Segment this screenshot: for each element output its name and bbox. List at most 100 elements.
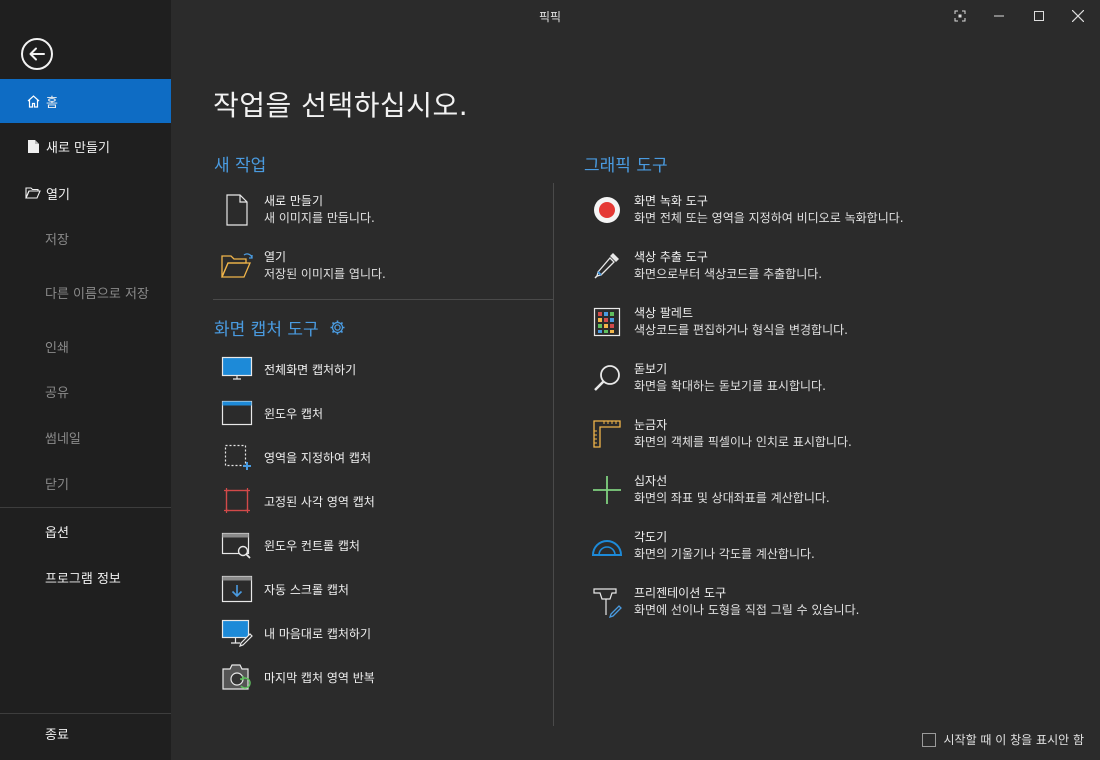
focus-icon xyxy=(954,10,966,22)
tool-crosshair[interactable]: 십자선 화면의 좌표 및 상대좌표를 계산합니다. xyxy=(590,473,830,507)
capture-fullscreen[interactable]: 전체화면 캡처하기 xyxy=(220,354,356,384)
sidebar-item-label: 인쇄 xyxy=(45,340,69,356)
capture-label: 내 마음대로 캡처하기 xyxy=(264,626,371,641)
sidebar-item-about[interactable]: 프로그램 정보 xyxy=(0,555,171,599)
freehand-capture-icon xyxy=(220,618,254,648)
dont-show-checkbox[interactable] xyxy=(922,732,937,747)
sidebar-item-thumbnail: 썸네일 xyxy=(0,415,171,459)
sidebar-item-label: 공유 xyxy=(45,385,69,401)
sidebar-item-exit[interactable]: 종료 xyxy=(0,711,171,755)
sidebar-item-label: 열기 xyxy=(46,187,70,203)
item-description: 화면의 좌표 및 상대좌표를 계산합니다. xyxy=(634,491,830,505)
item-description: 색상코드를 편집하거나 형식을 변경합니다. xyxy=(634,323,848,337)
item-description: 화면의 기울기나 각도를 계산합니다. xyxy=(634,547,815,561)
section-title-label: 화면 캡처 도구 xyxy=(214,320,319,340)
capture-label: 윈도우 컨트롤 캡처 xyxy=(264,538,360,553)
sidebar-item-close: 닫기 xyxy=(0,461,171,505)
sidebar-item-new[interactable]: 새로 만들기 xyxy=(0,124,171,168)
back-button[interactable] xyxy=(21,38,53,70)
capture-scroll[interactable]: 자동 스크롤 캡처 xyxy=(220,574,349,604)
new-image-item[interactable]: 새로 만들기 새 이미지를 만듭니다. xyxy=(220,193,375,227)
magnifier-icon xyxy=(590,361,624,395)
minimize-button[interactable] xyxy=(979,0,1019,32)
sidebar-item-label: 홈 xyxy=(46,95,58,111)
arrow-left-icon xyxy=(29,47,45,61)
sidebar-item-save: 저장 xyxy=(0,216,171,260)
folder-open-icon xyxy=(220,249,254,283)
section-divider xyxy=(213,299,553,300)
tool-protractor[interactable]: 각도기 화면의 기울기나 각도를 계산합니다. xyxy=(590,529,815,563)
item-title: 새로 만들기 xyxy=(264,194,324,208)
tool-screen-recorder[interactable]: 화면 녹화 도구 화면 전체 또는 영역을 지정하여 비디오로 녹화합니다. xyxy=(590,193,904,227)
item-title: 색상 팔레트 xyxy=(634,306,694,320)
region-select-icon xyxy=(220,442,254,472)
eyedropper-icon xyxy=(590,249,624,283)
capture-label: 자동 스크롤 캡처 xyxy=(264,582,349,597)
capture-freehand[interactable]: 내 마음대로 캡처하기 xyxy=(220,618,371,648)
open-image-item[interactable]: 열기 저장된 이미지를 엽니다. xyxy=(220,249,386,283)
palette-grid-icon xyxy=(590,305,624,339)
presentation-board-icon xyxy=(590,585,624,619)
item-title: 색상 추출 도구 xyxy=(634,250,708,264)
sidebar-item-open[interactable]: 열기 xyxy=(0,171,171,215)
monitor-icon xyxy=(220,354,254,384)
new-file-icon xyxy=(25,138,41,154)
capture-label: 영역을 지정하여 캡처 xyxy=(264,450,371,465)
scroll-capture-icon xyxy=(220,574,254,604)
item-description: 화면에 선이나 도형을 직접 그릴 수 있습니다. xyxy=(634,603,860,617)
section-title-graphic: 그래픽 도구 xyxy=(584,156,668,176)
capture-repeat-last[interactable]: 마지막 캡처 영역 반복 xyxy=(220,662,375,692)
item-title: 십자선 xyxy=(634,474,668,488)
sidebar-item-label: 닫기 xyxy=(45,477,69,493)
item-description: 화면 전체 또는 영역을 지정하여 비디오로 녹화합니다. xyxy=(634,211,904,225)
window-title: 픽픽 xyxy=(538,10,562,24)
new-file-icon xyxy=(220,193,254,227)
home-icon xyxy=(25,93,41,109)
dont-show-label: 시작할 때 이 창을 표시안 함 xyxy=(943,733,1084,747)
item-title: 열기 xyxy=(264,250,287,264)
capture-window[interactable]: 윈도우 캡처 xyxy=(220,398,323,428)
sidebar-item-print: 인쇄 xyxy=(0,324,171,368)
tool-ruler[interactable]: 눈금자 화면의 객체를 픽셀이나 인치로 표시합니다. xyxy=(590,417,852,451)
sidebar-item-label: 저장 xyxy=(45,232,69,248)
sidebar-item-share: 공유 xyxy=(0,369,171,413)
capture-region[interactable]: 영역을 지정하여 캡처 xyxy=(220,442,371,472)
repeat-capture-icon xyxy=(220,662,254,692)
ruler-icon xyxy=(590,417,624,451)
sidebar-item-label: 썸네일 xyxy=(45,431,81,447)
crosshair-icon xyxy=(590,473,624,507)
item-title: 화면 녹화 도구 xyxy=(634,194,708,208)
capture-label: 윈도우 캡처 xyxy=(264,406,324,421)
item-description: 저장된 이미지를 엽니다. xyxy=(264,267,386,281)
item-title: 눈금자 xyxy=(634,418,668,432)
sidebar: 홈 새로 만들기 열기 저장 다른 이름으로 저장 인쇄 공유 썸네일 닫기 옵… xyxy=(0,0,171,760)
section-title-new-task: 새 작업 xyxy=(214,156,267,176)
tool-magnifier[interactable]: 돋보기 화면을 확대하는 돋보기를 표시합니다. xyxy=(590,361,826,395)
close-icon xyxy=(1072,10,1084,22)
maximize-icon xyxy=(1034,11,1044,21)
sidebar-item-save-as: 다른 이름으로 저장 xyxy=(0,270,171,314)
capture-fixed-region[interactable]: 고정된 사각 영역 캡처 xyxy=(220,486,375,516)
tool-color-picker[interactable]: 색상 추출 도구 화면으로부터 색상코드를 추출합니다. xyxy=(590,249,822,283)
sidebar-item-label: 프로그램 정보 xyxy=(45,571,121,587)
focus-mode-button[interactable] xyxy=(940,0,980,32)
gear-icon[interactable] xyxy=(329,319,346,336)
item-description: 화면의 객체를 픽셀이나 인치로 표시합니다. xyxy=(634,435,852,449)
item-description: 화면으로부터 색상코드를 추출합니다. xyxy=(634,267,823,281)
sidebar-item-label: 종료 xyxy=(45,727,69,743)
window-icon xyxy=(220,398,254,428)
sidebar-item-options[interactable]: 옵션 xyxy=(0,509,171,553)
item-description: 새 이미지를 만듭니다. xyxy=(264,211,375,225)
window-control-icon xyxy=(220,530,254,560)
capture-label: 전체화면 캡처하기 xyxy=(264,362,357,377)
dont-show-on-startup[interactable]: 시작할 때 이 창을 표시안 함 xyxy=(922,731,1084,748)
capture-window-control[interactable]: 윈도우 컨트롤 캡처 xyxy=(220,530,360,560)
item-title: 각도기 xyxy=(634,530,668,544)
tool-presentation[interactable]: 프리젠테이션 도구 화면에 선이나 도형을 직접 그릴 수 있습니다. xyxy=(590,585,859,619)
sidebar-item-home[interactable]: 홈 xyxy=(0,79,171,123)
close-button[interactable] xyxy=(1058,0,1098,32)
item-description: 화면을 확대하는 돋보기를 표시합니다. xyxy=(634,379,826,393)
maximize-button[interactable] xyxy=(1019,0,1059,32)
tool-color-palette[interactable]: 색상 팔레트 색상코드를 편집하거나 형식을 변경합니다. xyxy=(590,305,848,339)
minimize-icon xyxy=(994,15,1004,17)
